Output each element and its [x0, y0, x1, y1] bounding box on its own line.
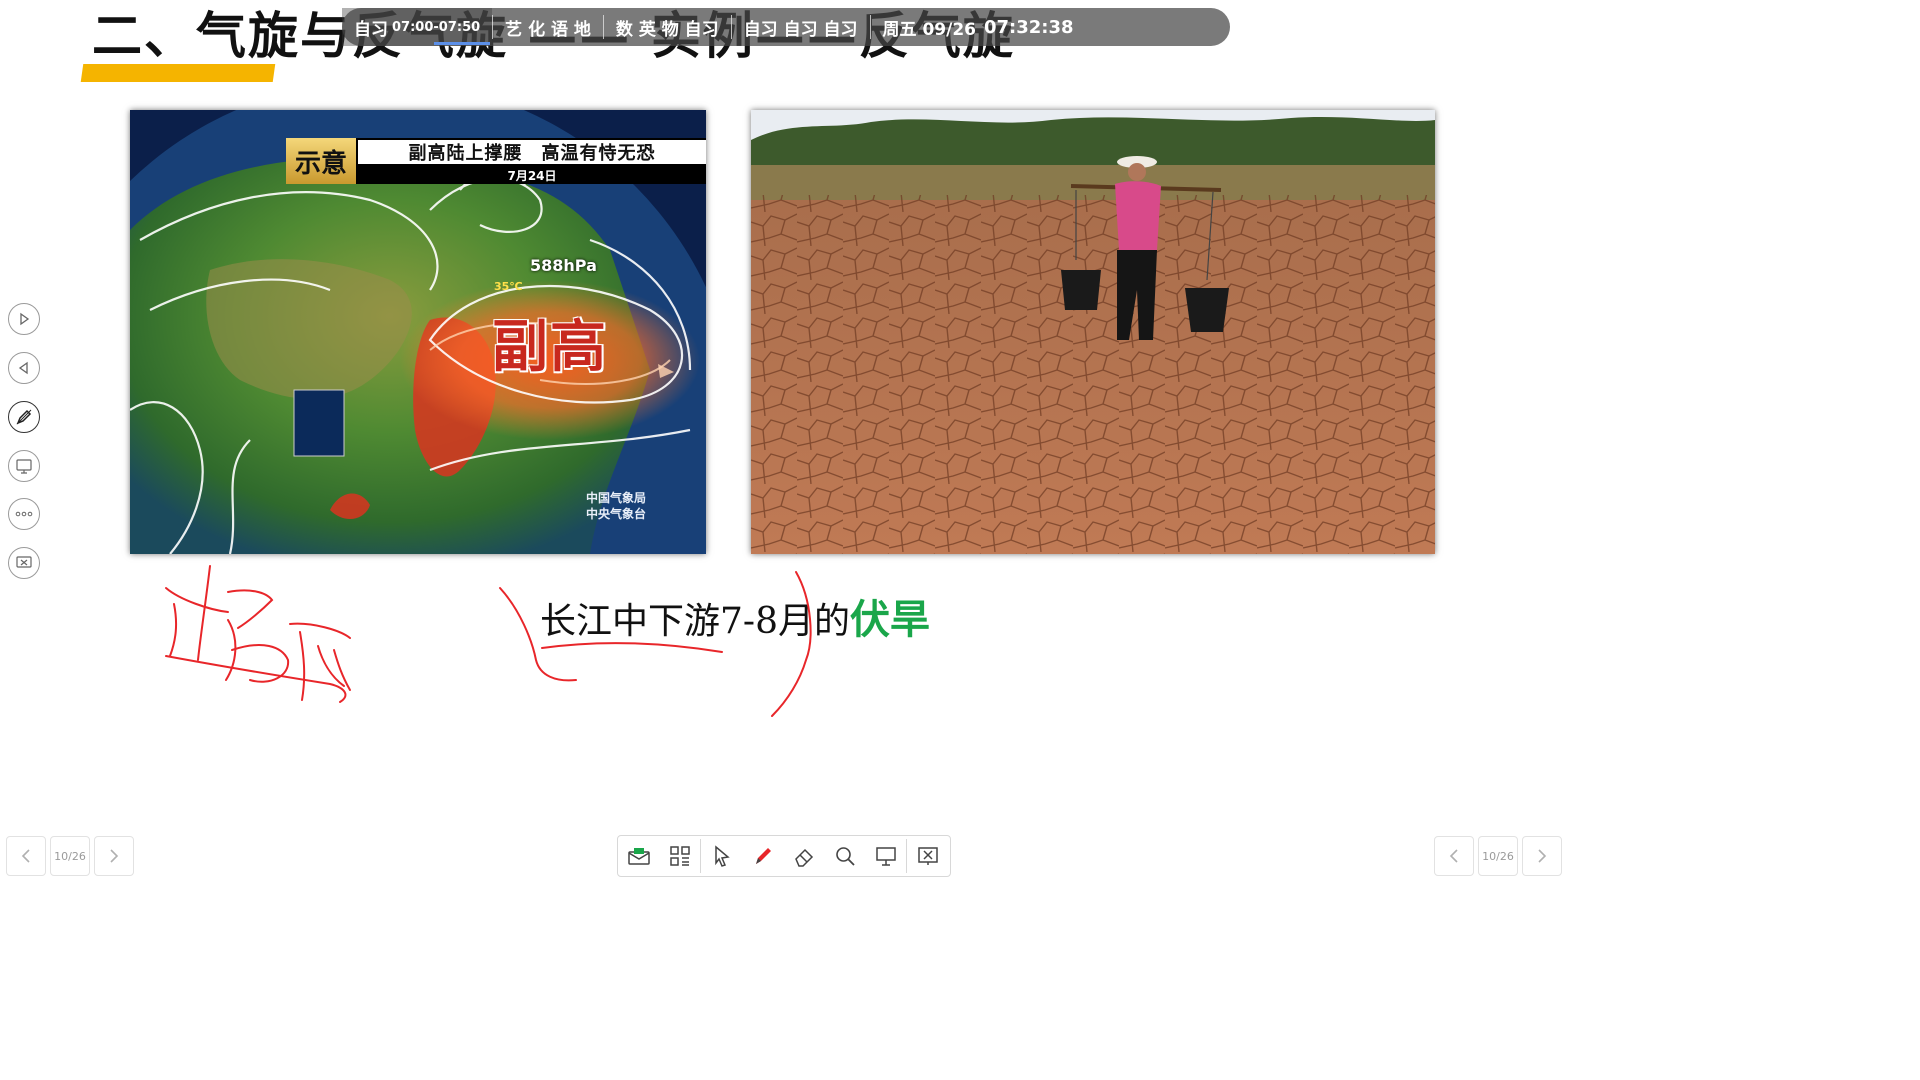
next-page-button-right[interactable] — [1522, 836, 1562, 876]
page-counter-left: 10/26 — [50, 836, 90, 876]
chevron-right-icon — [110, 849, 119, 863]
map-temperature-label: 35℃ — [494, 280, 523, 293]
map-headline: 副高陆上撑腰 高温有恃无恐 — [358, 140, 706, 164]
page-counter-right: 10/26 — [1478, 836, 1518, 876]
screen-share-icon[interactable] — [8, 450, 40, 482]
prev-page-button-right[interactable] — [1434, 836, 1474, 876]
class-schedule-bar: 自习 07:00-07:50 艺 化 语 地 数 英 物 自习 自习 自习 自习… — [342, 8, 1230, 46]
chevron-right-icon — [1538, 849, 1547, 863]
pointer-icon[interactable] — [701, 836, 742, 876]
board-icon[interactable] — [865, 836, 906, 876]
map-date: 7月24日 — [507, 168, 557, 183]
weather-map-image: 示意 副高陆上撑腰 高温有恃无恐 7月24日 588hPa 35℃ 副高 中国气… — [130, 110, 706, 554]
pen-icon[interactable] — [742, 836, 783, 876]
map-badge: 示意 — [286, 138, 356, 184]
agency-line-1: 中国气象局 — [586, 491, 647, 505]
pen-icon[interactable] — [8, 401, 40, 433]
presentation-toolbar — [617, 835, 951, 877]
schedule-group-2: 数 英 物 自习 — [615, 19, 719, 40]
chevron-left-icon — [21, 849, 30, 863]
schedule-group-1: 艺 化 语 地 — [505, 19, 591, 40]
slide-caption: 长江中下游7-8月的伏旱 — [540, 590, 930, 652]
next-page-button-left[interactable] — [94, 836, 134, 876]
caption-text: 长江中下游7-8月的 — [540, 601, 850, 642]
mail-icon[interactable] — [618, 836, 659, 876]
presentation-close-icon[interactable] — [907, 836, 948, 876]
schedule-group-3: 自习 自习 自习 — [743, 19, 858, 40]
current-period-time: 07:00-07:50 — [392, 19, 481, 35]
play-forward-icon[interactable] — [8, 303, 40, 335]
chevron-left-icon — [1449, 849, 1458, 863]
close-presentation-icon[interactable] — [8, 547, 40, 579]
title-underline-bar — [80, 64, 276, 82]
drought-photo — [751, 110, 1435, 554]
caption-highlight: 伏旱 — [849, 597, 930, 643]
current-period: 自习 07:00-07:50 — [342, 8, 493, 46]
schedule-clock: 07:32:38 — [983, 16, 1074, 38]
qr-code-icon[interactable] — [659, 836, 700, 876]
map-agency-credit: 中国气象局 中央气象台 — [586, 490, 646, 522]
subtropical-high-label: 副高 — [492, 315, 608, 380]
eraser-icon[interactable] — [783, 836, 824, 876]
play-back-icon[interactable] — [8, 352, 40, 384]
map-pressure-label: 588hPa — [530, 256, 597, 275]
schedule-datetime: 周五 09/26 07:32:38 — [871, 8, 1086, 46]
current-period-label: 自习 — [354, 19, 388, 40]
search-icon[interactable] — [824, 836, 865, 876]
more-icon[interactable] — [8, 498, 40, 530]
schedule-date: 周五 09/26 — [882, 19, 976, 40]
prev-page-button-left[interactable] — [6, 836, 46, 876]
agency-line-2: 中央气象台 — [586, 507, 647, 521]
